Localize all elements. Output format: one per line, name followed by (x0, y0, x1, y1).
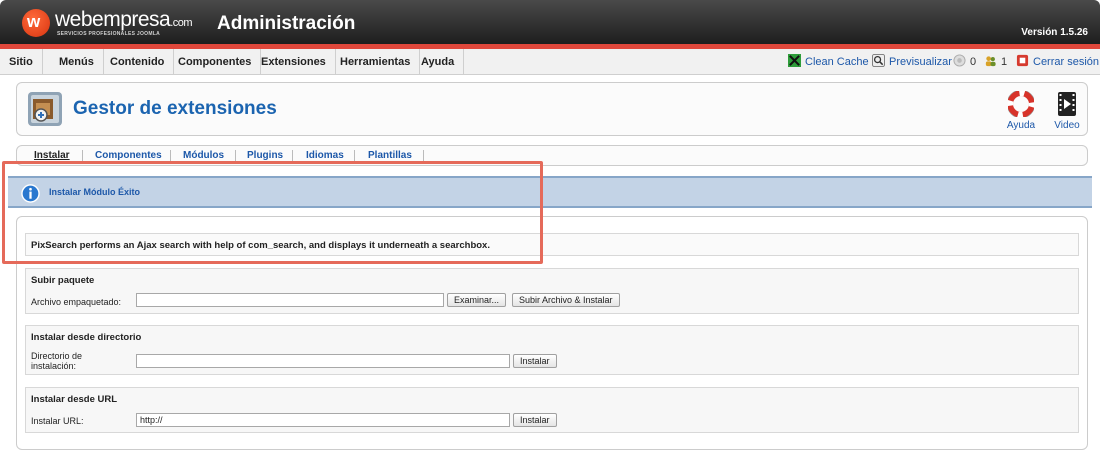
toolbar-panel: Gestor de extensiones Ayuda Video (16, 82, 1088, 136)
magnifier-icon (872, 54, 885, 67)
film-icon (1058, 92, 1076, 116)
submenu-tabs: Instalar Componentes Módulos Plugins Idi… (16, 145, 1088, 166)
directory-label: Directorio de instalación: (31, 351, 83, 371)
logout-link[interactable]: Cerrar sesión (1016, 49, 1099, 75)
menu-item-contenido[interactable]: Contenido (101, 49, 175, 75)
upload-install-button[interactable]: Subir Archivo & Instalar (512, 293, 620, 307)
top-header: w webempresa.com SERVICIOS PROFESIONALES… (0, 0, 1100, 44)
install-content-panel: PixSearch performs an Ajax search with h… (16, 216, 1088, 450)
upload-legend: Subir paquete (31, 275, 95, 286)
browse-button[interactable]: Examinar... (447, 293, 507, 307)
tab-divider (423, 150, 424, 162)
clean-cache-link[interactable]: Clean Cache (788, 49, 869, 75)
messages-counter[interactable]: 0 (953, 49, 976, 75)
preview-link[interactable]: Previsualizar (872, 49, 952, 75)
tab-divider (235, 150, 236, 162)
tab-modulos[interactable]: Módulos (183, 146, 224, 165)
directory-legend: Instalar desde directorio (31, 332, 142, 343)
description-text: PixSearch performs an Ajax search with h… (31, 240, 490, 251)
package-file-input[interactable] (136, 293, 444, 307)
system-message: Instalar Módulo Éxito (8, 176, 1092, 208)
install-directory-section: Instalar desde directorio Directorio de … (25, 325, 1079, 375)
install-directory-button[interactable]: Instalar (513, 354, 557, 368)
directory-input[interactable] (136, 354, 510, 368)
install-url-button[interactable]: Instalar (513, 413, 557, 427)
extensions-icon (28, 92, 62, 126)
logo-tagline: SERVICIOS PROFESIONALES JOOMLA (57, 31, 161, 37)
menu-item-menus[interactable]: Menús (50, 49, 104, 75)
webempresa-logo-icon: w (22, 9, 50, 37)
menu-item-extensiones[interactable]: Extensiones (252, 49, 336, 75)
tab-divider (82, 150, 83, 162)
logo-text: webempresa.com (55, 8, 193, 31)
extension-description: PixSearch performs an Ajax search with h… (25, 233, 1079, 256)
url-label: Instalar URL: (31, 416, 84, 426)
version-label: Versión 1.5.26 (1021, 27, 1088, 38)
tab-plugins[interactable]: Plugins (247, 146, 283, 165)
upload-package-section: Subir paquete Archivo empaquetado: Exami… (25, 268, 1079, 314)
video-button[interactable]: Video (1047, 91, 1087, 131)
url-legend: Instalar desde URL (31, 394, 118, 405)
menu-item-ayuda[interactable]: Ayuda (412, 49, 465, 75)
tab-idiomas[interactable]: Idiomas (306, 146, 344, 165)
package-file-label: Archivo empaquetado: (31, 297, 122, 307)
users-counter[interactable]: 1 (984, 49, 1007, 75)
help-button[interactable]: Ayuda (1001, 91, 1041, 131)
menu-item-componentes[interactable]: Componentes (169, 49, 262, 75)
tab-divider (170, 150, 171, 162)
menu-bar: Sitio Menús Contenido Componentes Extens… (0, 49, 1100, 75)
tab-divider (292, 150, 293, 162)
page-title: Gestor de extensiones (73, 98, 277, 119)
message-text: Instalar Módulo Éxito (49, 187, 141, 197)
tab-instalar[interactable]: Instalar (34, 146, 70, 165)
lifebuoy-icon (1008, 91, 1034, 117)
logout-icon (1016, 54, 1029, 67)
tab-plantillas[interactable]: Plantillas (368, 146, 412, 165)
menu-item-herramientas[interactable]: Herramientas (331, 49, 421, 75)
menu-item-sitio[interactable]: Sitio (0, 49, 43, 75)
tab-componentes[interactable]: Componentes (95, 146, 162, 165)
tab-divider (354, 150, 355, 162)
admin-title: Administración (217, 13, 356, 34)
install-url-section: Instalar desde URL Instalar URL: http://… (25, 387, 1079, 433)
message-icon (953, 54, 966, 67)
broom-icon (788, 54, 801, 67)
url-input[interactable]: http:// (136, 413, 510, 427)
info-icon (21, 184, 40, 203)
users-icon (985, 56, 996, 67)
